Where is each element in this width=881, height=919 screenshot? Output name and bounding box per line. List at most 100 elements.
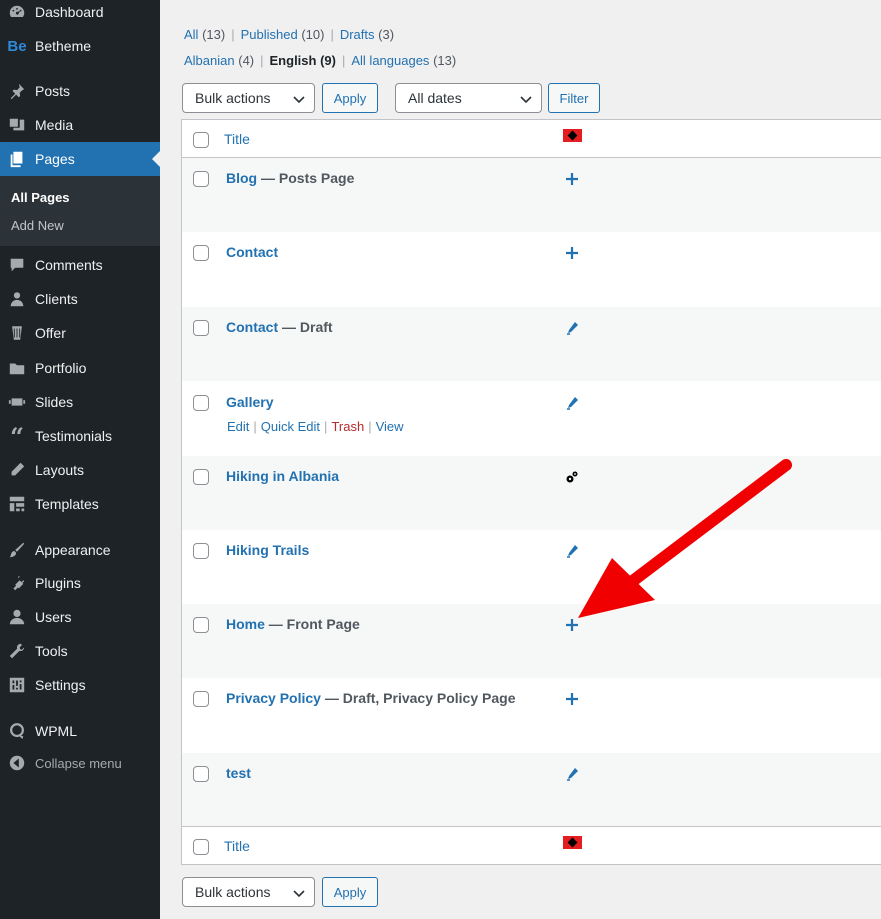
menu-item-portfolio[interactable]: Portfolio [0,351,160,385]
language-views: Albanian (4) | English (9) | All languages (… [184,53,456,68]
pencil-icon[interactable] [564,543,580,559]
menu-item-posts[interactable]: Posts [0,74,160,108]
menu-label: Settings [35,677,86,693]
view-drafts-link[interactable]: Drafts [340,27,375,42]
menu-label: Templates [35,496,99,512]
menu-item-tools[interactable]: Tools [0,634,160,668]
pencil-icon[interactable] [564,320,580,336]
dates-filter-select[interactable]: All dates [395,83,542,113]
menu-label: WPML [35,723,77,739]
title-column-footer[interactable]: Title [224,838,250,854]
gears-icon[interactable] [564,469,580,485]
comment-icon [7,255,27,275]
page-title-link[interactable]: Privacy Policy [226,690,321,706]
row-title: Hiking in Albania [226,468,339,484]
row-checkbox [193,766,209,782]
pencil-icon[interactable] [564,395,580,411]
menu-item-offer[interactable]: Offer [0,316,160,350]
page-title-link[interactable]: Home [226,616,265,632]
bulk-actions-value: Bulk actions [195,90,271,106]
table-row: Privacy Policy — Draft, Privacy Policy P… [182,678,881,752]
menu-item-pages[interactable]: Pages [0,142,160,176]
lang-all-link[interactable]: All languages [351,53,429,68]
dashboard-icon [7,2,27,22]
menu-item-betheme[interactable]: Be Betheme [0,29,160,63]
view-drafts-count: (3) [378,27,395,42]
menu-item-templates[interactable]: Templates [0,487,160,521]
page-title-link[interactable]: Blog [226,170,257,186]
submenu-all-pages[interactable]: All Pages [11,190,70,205]
row-checkbox [193,171,209,187]
row-checkbox [193,617,209,633]
row-checkbox [193,395,209,411]
table-row: Home — Front Page [182,604,881,678]
table-header: Title [182,120,881,158]
bulk-actions-select-top[interactable]: Bulk actions [182,83,315,113]
row-title: Privacy Policy — Draft, Privacy Policy P… [226,690,515,706]
plugin-icon [7,573,27,593]
menu-item-settings[interactable]: Settings [0,668,160,702]
menu-item-wpml[interactable]: WPML [0,714,160,748]
page-title-link[interactable]: Hiking Trails [226,542,309,558]
menu-item-clients[interactable]: Clients [0,282,160,316]
admin-sidebar: Dashboard Be Betheme Posts Media Pages A… [0,0,160,919]
page-title-link[interactable]: Gallery [226,394,273,410]
plus-icon[interactable] [564,691,580,707]
bulk-actions-select-bottom[interactable]: Bulk actions [182,877,315,907]
menu-item-comments[interactable]: Comments [0,248,160,282]
page-title-link[interactable]: Contact [226,244,278,260]
separator: | [341,53,346,68]
menu-item-users[interactable]: Users [0,600,160,634]
submenu-add-new[interactable]: Add New [11,218,64,233]
page-title-link[interactable]: Contact [226,319,278,335]
menu-item-testimonials[interactable]: “ Testimonials [0,419,160,453]
plus-icon[interactable] [564,171,580,187]
layouts-icon [7,460,27,480]
view-all-link[interactable]: All [184,27,198,42]
lang-albanian-link[interactable]: Albanian [184,53,235,68]
menu-label: Media [35,117,74,133]
quick-edit-link[interactable]: Quick Edit [261,419,320,434]
row-checkbox [193,245,209,261]
menu-label: Tools [35,643,68,659]
pencil-icon[interactable] [564,766,580,782]
apply-button-top[interactable]: Apply [322,83,378,113]
view-link[interactable]: View [376,419,404,434]
plus-icon[interactable] [564,617,580,633]
post-state: — Front Page [264,616,360,632]
menu-label: Users [35,609,72,625]
plus-icon[interactable] [564,245,580,261]
status-views: All (13) | Published (10) | Drafts (3) [184,27,394,42]
page-title-link[interactable]: Hiking in Albania [226,468,339,484]
view-published-link[interactable]: Published [241,27,298,42]
apply-button-bottom[interactable]: Apply [322,877,378,907]
collapse-icon [7,753,27,773]
albania-flag-icon [563,129,582,142]
chevron-down-icon [293,96,305,104]
trash-link[interactable]: Trash [331,419,364,434]
menu-item-slides[interactable]: Slides [0,385,160,419]
page-title-link[interactable]: test [226,765,251,781]
menu-label: Dashboard [35,4,104,20]
menu-item-plugins[interactable]: Plugins [0,566,160,600]
menu-label: Appearance [35,542,111,558]
table-row: Hiking in Albania [182,456,881,530]
select-all-checkbox-bottom[interactable] [193,839,209,855]
row-title: Contact — Draft [226,319,333,335]
select-all-checkbox[interactable] [193,132,209,148]
slides-icon [7,392,27,412]
menu-item-media[interactable]: Media [0,108,160,142]
menu-item-dashboard[interactable]: Dashboard [0,0,160,29]
title-column-header[interactable]: Title [224,131,250,147]
post-state: — Draft [278,319,333,335]
table-row: Hiking Trails [182,530,881,604]
lang-albanian-count: (4) [238,53,255,68]
filter-button[interactable]: Filter [548,83,600,113]
portfolio-icon [7,358,27,378]
offer-icon [7,323,27,343]
collapse-menu-button[interactable]: Collapse menu [0,746,160,780]
menu-item-appearance[interactable]: Appearance [0,533,160,567]
edit-link[interactable]: Edit [227,419,249,434]
row-title: test [226,765,251,781]
menu-item-layouts[interactable]: Layouts [0,453,160,487]
